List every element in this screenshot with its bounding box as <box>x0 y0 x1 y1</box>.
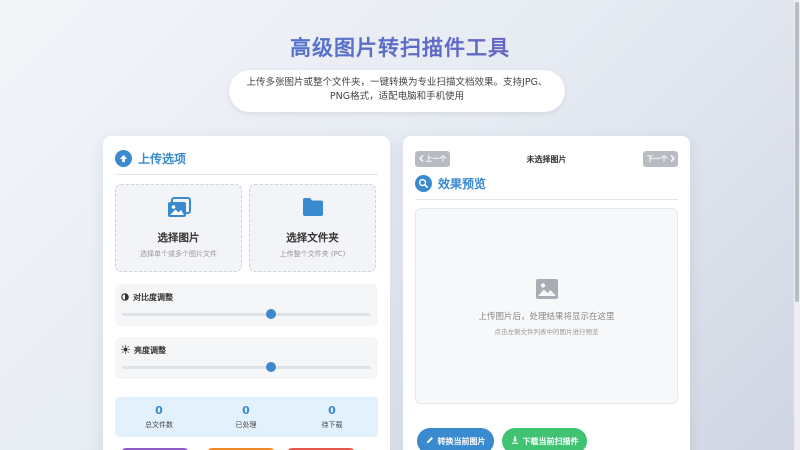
upload-panel: 上传选项 选择图片 选择单个或多个图片文件 选择文件夹 上传整个文件夹 (PC) <box>103 136 390 450</box>
page-subtitle: 上传多张图片或整个文件夹，一键转换为专业扫描文档效果。支持JPG、PNG格式，适… <box>229 70 565 112</box>
choose-folder-label: 选择文件夹 <box>286 232 339 244</box>
contrast-icon <box>121 292 129 303</box>
page-scrollbar-thumb[interactable] <box>795 2 799 302</box>
page-scrollbar[interactable] <box>794 0 800 450</box>
preview-area: 上传图片后，处理结果将显示在这里 点击左侧文件列表中的图片进行预览 <box>415 208 678 404</box>
choose-images-label: 选择图片 <box>157 232 200 244</box>
preview-panel: 上一个 未选择图片 下一个 效果预览 上传图片后，处理结果将显示在这里 点击左侧… <box>403 136 690 450</box>
chevron-right-icon <box>670 154 675 164</box>
upload-section-header: 上传选项 <box>115 150 186 167</box>
choose-folder-button[interactable]: 选择文件夹 上传整个文件夹 (PC) <box>249 184 376 272</box>
stat-pending-label: 待下载 <box>321 421 343 429</box>
brightness-label-row: 亮度调整 <box>121 345 166 356</box>
brightness-slider[interactable] <box>122 362 371 372</box>
convert-button[interactable]: 转换当前图片 <box>417 428 494 450</box>
stat-processed-value: 0 <box>242 404 250 417</box>
stat-total-value: 0 <box>155 404 163 417</box>
stat-pending: 0 待下载 <box>292 404 372 430</box>
upload-cloud-icon <box>115 150 132 167</box>
next-button[interactable]: 下一个 <box>643 151 678 167</box>
image-placeholder-icon <box>535 279 558 303</box>
images-icon <box>167 197 191 223</box>
download-button[interactable]: 下载当前扫描件 <box>502 428 587 450</box>
pencil-icon <box>426 436 434 446</box>
contrast-control: 对比度调整 <box>115 284 378 326</box>
choose-images-button[interactable]: 选择图片 选择单个或多个图片文件 <box>115 184 242 272</box>
stat-total: 0 总文件数 <box>119 404 199 430</box>
divider <box>415 199 678 200</box>
contrast-label: 对比度调整 <box>133 293 173 302</box>
next-label: 下一个 <box>646 155 668 163</box>
sun-icon <box>121 345 130 356</box>
stat-processed-label: 已处理 <box>235 421 257 429</box>
brightness-label: 亮度调整 <box>134 346 166 355</box>
file-stats: 0 总文件数 0 已处理 0 待下载 <box>115 397 378 437</box>
contrast-slider[interactable] <box>122 309 371 319</box>
page-title: 高级图片转扫描件工具 <box>0 32 800 62</box>
download-icon <box>511 436 519 446</box>
preview-section-header: 效果预览 <box>415 175 486 192</box>
preview-empty-hint: 点击左侧文件列表中的图片进行预览 <box>494 328 599 336</box>
brightness-slider-thumb[interactable] <box>266 362 277 372</box>
convert-label: 转换当前图片 <box>437 436 486 446</box>
choose-folder-hint: 上传整个文件夹 (PC) <box>279 250 346 258</box>
stat-processed: 0 已处理 <box>206 404 286 430</box>
upload-section-title: 上传选项 <box>138 152 187 166</box>
folder-icon <box>302 197 324 221</box>
preview-section-title: 效果预览 <box>438 177 487 191</box>
divider <box>115 174 378 175</box>
contrast-slider-thumb[interactable] <box>266 309 277 319</box>
download-label: 下载当前扫描件 <box>522 436 579 446</box>
stat-pending-value: 0 <box>328 404 336 417</box>
brightness-control: 亮度调整 <box>115 337 378 379</box>
stat-total-label: 总文件数 <box>145 421 173 429</box>
choose-images-hint: 选择单个或多个图片文件 <box>140 250 217 258</box>
contrast-label-row: 对比度调整 <box>121 292 173 303</box>
preview-empty-message: 上传图片后，处理结果将显示在这里 <box>478 312 615 322</box>
search-icon <box>415 175 432 192</box>
